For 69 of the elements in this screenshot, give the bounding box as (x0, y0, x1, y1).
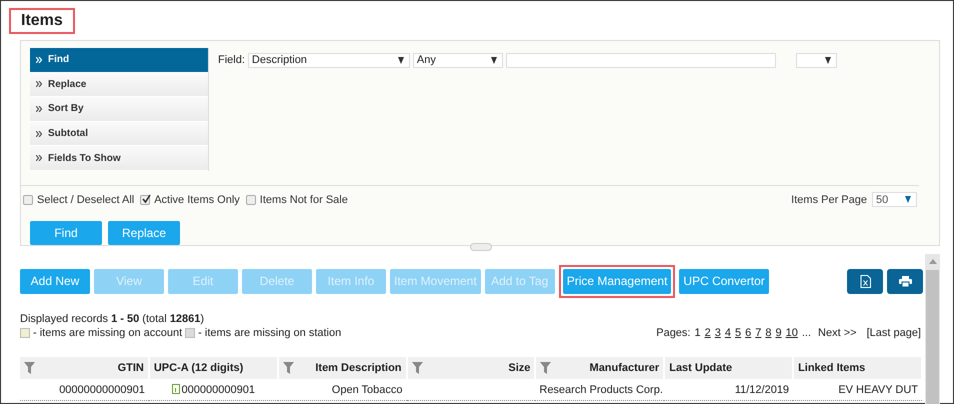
chevron-icon (36, 155, 42, 162)
page-link[interactable]: 7 (755, 327, 762, 339)
chevron-icon (36, 56, 42, 63)
page-link[interactable]: 6 (745, 327, 752, 339)
field-select[interactable]: Description (248, 52, 410, 68)
value-field[interactable] (506, 52, 776, 68)
chevron-icon (36, 130, 42, 137)
page-link[interactable]: 5 (734, 327, 742, 339)
caret-icon (905, 196, 911, 203)
excel-export-button[interactable] (847, 268, 883, 294)
column-header[interactable]: Size (406, 357, 536, 379)
checkbox-label: Select / Deselect All (37, 194, 134, 206)
info-icon[interactable] (172, 384, 180, 394)
checkbox[interactable] (140, 194, 150, 204)
print-button[interactable] (887, 268, 923, 294)
page-link[interactable]: 4 (724, 327, 731, 339)
last-page-link[interactable]: [Last page] (866, 327, 921, 339)
page-title: Items (9, 8, 75, 34)
page-link[interactable]: 9 (775, 327, 782, 339)
per-page-label: Items Per Page (791, 194, 867, 206)
table-cell: Open Tobacco (332, 384, 403, 396)
operator-select[interactable]: Any (412, 52, 503, 68)
records-summary: Displayed records 1 - 50 (total 12861) (20, 312, 206, 326)
column-header[interactable]: Last Update (664, 357, 794, 379)
table-cell: 11/12/2019 (734, 384, 790, 396)
spreadsheet-icon (860, 274, 870, 288)
caret-icon (490, 56, 497, 64)
scrollbar[interactable] (925, 254, 940, 404)
checkbox[interactable] (23, 194, 33, 204)
column-header[interactable]: Item Description (278, 357, 407, 379)
checkbox[interactable] (246, 194, 256, 204)
chevron-icon (36, 81, 42, 88)
nav-item[interactable]: Fields To Show (30, 146, 208, 171)
pages-label: Pages: (656, 327, 690, 339)
table-cell: 000000000901 (182, 384, 255, 396)
filter-icon[interactable] (540, 362, 552, 374)
page-link[interactable]: 8 (765, 327, 772, 339)
chevron-icon (36, 106, 42, 112)
nav-item[interactable]: Find (30, 48, 208, 73)
filter-icon[interactable] (412, 362, 423, 374)
table-cell: 00000000000901 (59, 384, 145, 396)
column-header[interactable]: Linked Items (793, 357, 922, 379)
filter-icon[interactable] (24, 362, 35, 374)
page-link[interactable]: 3 (714, 327, 721, 339)
print-icon (898, 276, 912, 286)
next-link[interactable]: Next >> (818, 327, 857, 339)
option-select[interactable] (796, 52, 837, 68)
nav-item[interactable]: Sort By (30, 97, 208, 122)
column-header[interactable]: Manufacturer (535, 357, 664, 379)
legend-label: - items are missing on station (198, 326, 342, 340)
ellipsis: ... (802, 327, 812, 339)
checkbox-label: Active Items Only (154, 194, 240, 206)
filter-icon[interactable] (282, 362, 294, 374)
column-header[interactable]: GTIN (20, 357, 149, 379)
page-link[interactable]: 1 (694, 327, 701, 339)
checkbox-label: Items Not for Sale (260, 194, 348, 206)
field-label: Field: (218, 54, 245, 66)
legend-label: - items are missing on account (33, 326, 182, 340)
nav-item[interactable]: Replace (30, 72, 208, 98)
page-link[interactable]: 2 (704, 327, 711, 339)
caret-icon (824, 56, 831, 64)
table-cell: EV HEAVY DUT (838, 384, 918, 396)
per-page-select[interactable]: 50 (872, 192, 917, 207)
splitter-handle[interactable] (470, 243, 492, 251)
caret-icon (398, 56, 404, 64)
column-header[interactable]: UPC-A (12 digits) (148, 357, 278, 379)
page-link[interactable]: 10 (786, 327, 798, 339)
nav-item[interactable]: Subtotal (30, 122, 208, 146)
table-cell: Research Products Corp. (539, 384, 663, 396)
